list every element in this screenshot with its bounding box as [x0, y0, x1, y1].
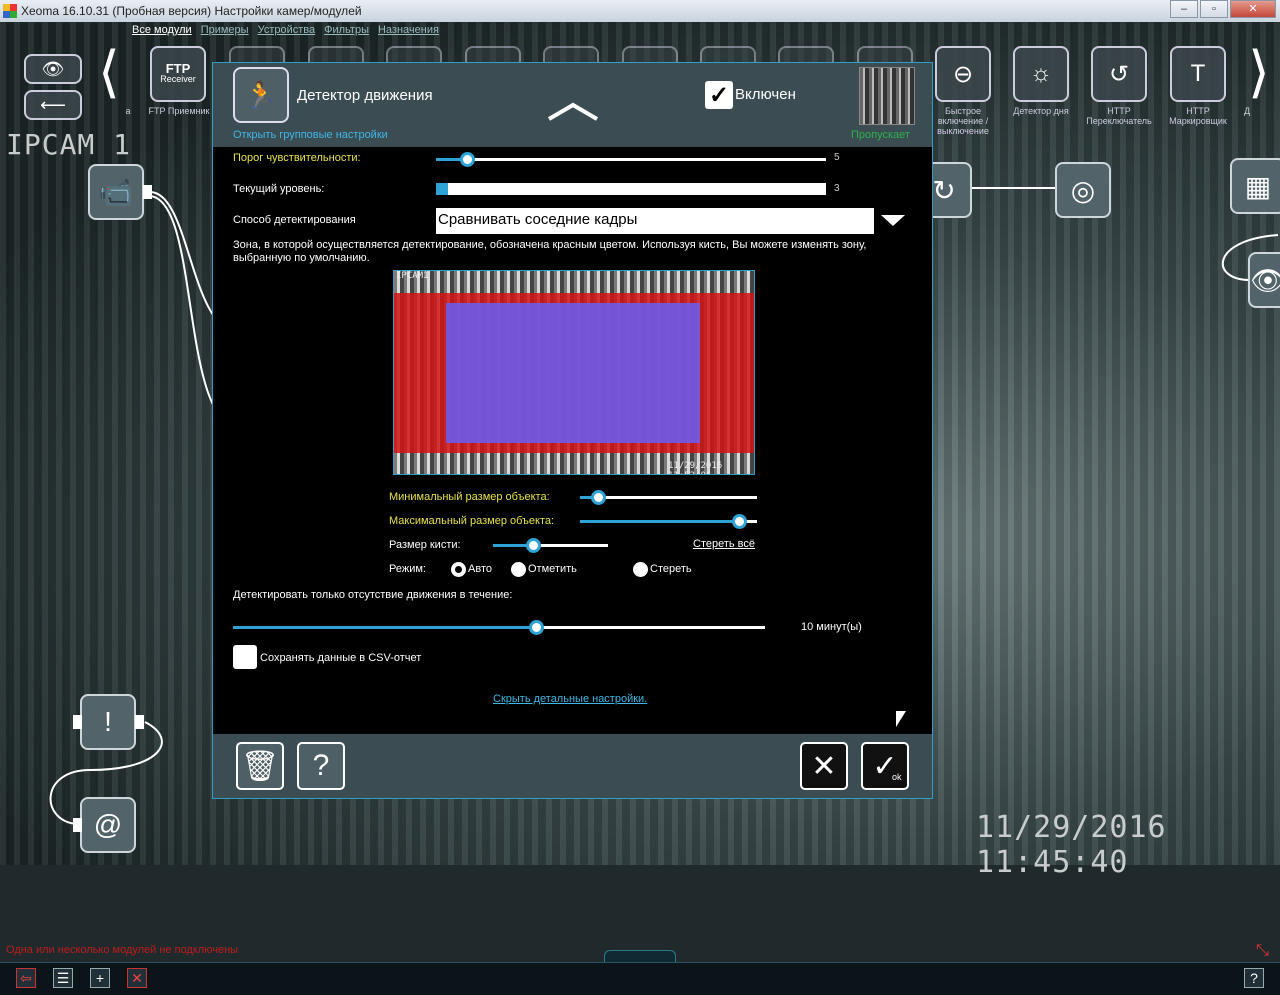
current-level-bar [436, 183, 826, 195]
panel-handle[interactable] [604, 950, 676, 962]
absence-label: Детектировать только отсутствие движения… [233, 589, 513, 601]
trash-button[interactable]: 🗑 [236, 742, 284, 790]
method-dropdown-arrow-icon[interactable] [881, 215, 905, 226]
mode-auto-label: Авто [468, 563, 492, 575]
method-label: Способ детектирования [233, 214, 356, 226]
help-button[interactable]: ? [297, 742, 345, 790]
min-size-knob[interactable] [590, 490, 606, 505]
camera-node-icon[interactable]: 📹 [88, 164, 144, 220]
ok-tag: ok [892, 772, 902, 782]
dialog-header: 🏃 Детектор движения ✓ Включен Открыть гр… [213, 63, 932, 147]
brush-size-slider[interactable] [493, 538, 608, 553]
sensitivity-value: 5 [834, 152, 840, 163]
sensitivity-slider[interactable] [436, 152, 826, 167]
object-size-zone-blue [446, 303, 700, 443]
warning-text: Одна или несколько модулей не подключены [6, 944, 239, 956]
list-icon[interactable]: ☰ [53, 968, 73, 988]
csv-checkbox[interactable] [233, 645, 257, 669]
absence-fill [233, 626, 537, 629]
remove-icon[interactable]: ✕ [127, 968, 147, 988]
camera-node-port[interactable] [143, 185, 152, 199]
brush-size-label: Размер кисти: [389, 539, 461, 551]
max-size-knob[interactable] [732, 514, 748, 529]
preview-timestamp: 11/29/2016 11:52:06 [668, 461, 723, 474]
zone-hint-text: Зона, в которой осуществляется детектиро… [233, 239, 867, 264]
enabled-checkbox[interactable]: ✓ [705, 81, 733, 109]
preview-camera-label: IPCAM1 [396, 271, 429, 281]
absence-slider[interactable] [233, 620, 765, 635]
archive-node-icon[interactable]: ◎ [1055, 162, 1111, 218]
max-size-slider[interactable] [580, 514, 757, 529]
mode-mark-radio[interactable] [511, 562, 526, 577]
exit-icon[interactable]: ⇦ [16, 968, 36, 988]
group-settings-link[interactable]: Открыть групповые настройки [233, 129, 388, 141]
motion-detector-icon: 🏃 [233, 67, 289, 123]
problem-detector-icon[interactable]: ! [80, 694, 136, 750]
max-size-label: Максимальный размер объекта: [389, 515, 555, 527]
absence-knob[interactable] [529, 620, 545, 635]
mouse-cursor-icon [896, 711, 906, 727]
mode-label: Режим: [389, 563, 426, 575]
method-select[interactable]: Сравнивать соседние кадры [436, 208, 874, 234]
dialog-title: Детектор движения [297, 87, 433, 104]
mode-erase-label: Стереть [650, 563, 692, 575]
min-size-slider[interactable] [580, 490, 757, 505]
mode-auto-radio[interactable] [451, 562, 466, 577]
mode-erase-radio[interactable] [633, 562, 648, 577]
absence-value: 10 минут(ы) [801, 621, 862, 633]
resize-icon[interactable]: ⤡ [1256, 942, 1269, 960]
camera-thumbnail [859, 67, 915, 125]
mode-mark-label: Отметить [528, 563, 577, 575]
email-node-icon[interactable]: @ [80, 797, 136, 853]
max-size-fill [580, 520, 740, 523]
motion-node-right-icon[interactable]: ▦ [1230, 158, 1280, 214]
email-node-port[interactable] [73, 818, 82, 832]
current-level-fill [436, 183, 448, 195]
hide-details-link[interactable]: Скрыть детальные настройки. [493, 693, 647, 705]
enabled-label: Включен [735, 86, 796, 103]
view-node-right-icon[interactable]: 👁 [1248, 252, 1280, 308]
sensitivity-knob[interactable] [460, 152, 476, 167]
add-icon[interactable]: + [90, 968, 110, 988]
cancel-button[interactable]: ✕ [800, 742, 848, 790]
min-size-label: Минимальный размер объекта: [389, 491, 550, 503]
current-level-label: Текущий уровень: [233, 183, 325, 195]
ok-button[interactable]: ✓ [861, 742, 909, 790]
collapse-caret-icon[interactable] [547, 101, 599, 123]
help-icon[interactable]: ? [1244, 968, 1264, 988]
zone-preview[interactable]: IPCAM1 11/29/2016 11:52:06 [393, 270, 755, 475]
status-bar [0, 962, 1280, 995]
brush-size-knob[interactable] [526, 538, 542, 553]
motion-detector-dialog: 🏃 Детектор движения ✓ Включен Открыть гр… [212, 62, 933, 799]
problem-node-port-left[interactable] [73, 715, 82, 729]
sensitivity-label: Порог чувствительности: [233, 152, 361, 164]
problem-node-port-right[interactable] [135, 715, 144, 729]
csv-label: Сохранять данные в CSV-отчет [260, 652, 422, 664]
clear-all-link[interactable]: Стереть всё [693, 538, 755, 550]
skips-status: Пропускает [851, 129, 910, 141]
current-level-value: 3 [834, 183, 840, 194]
